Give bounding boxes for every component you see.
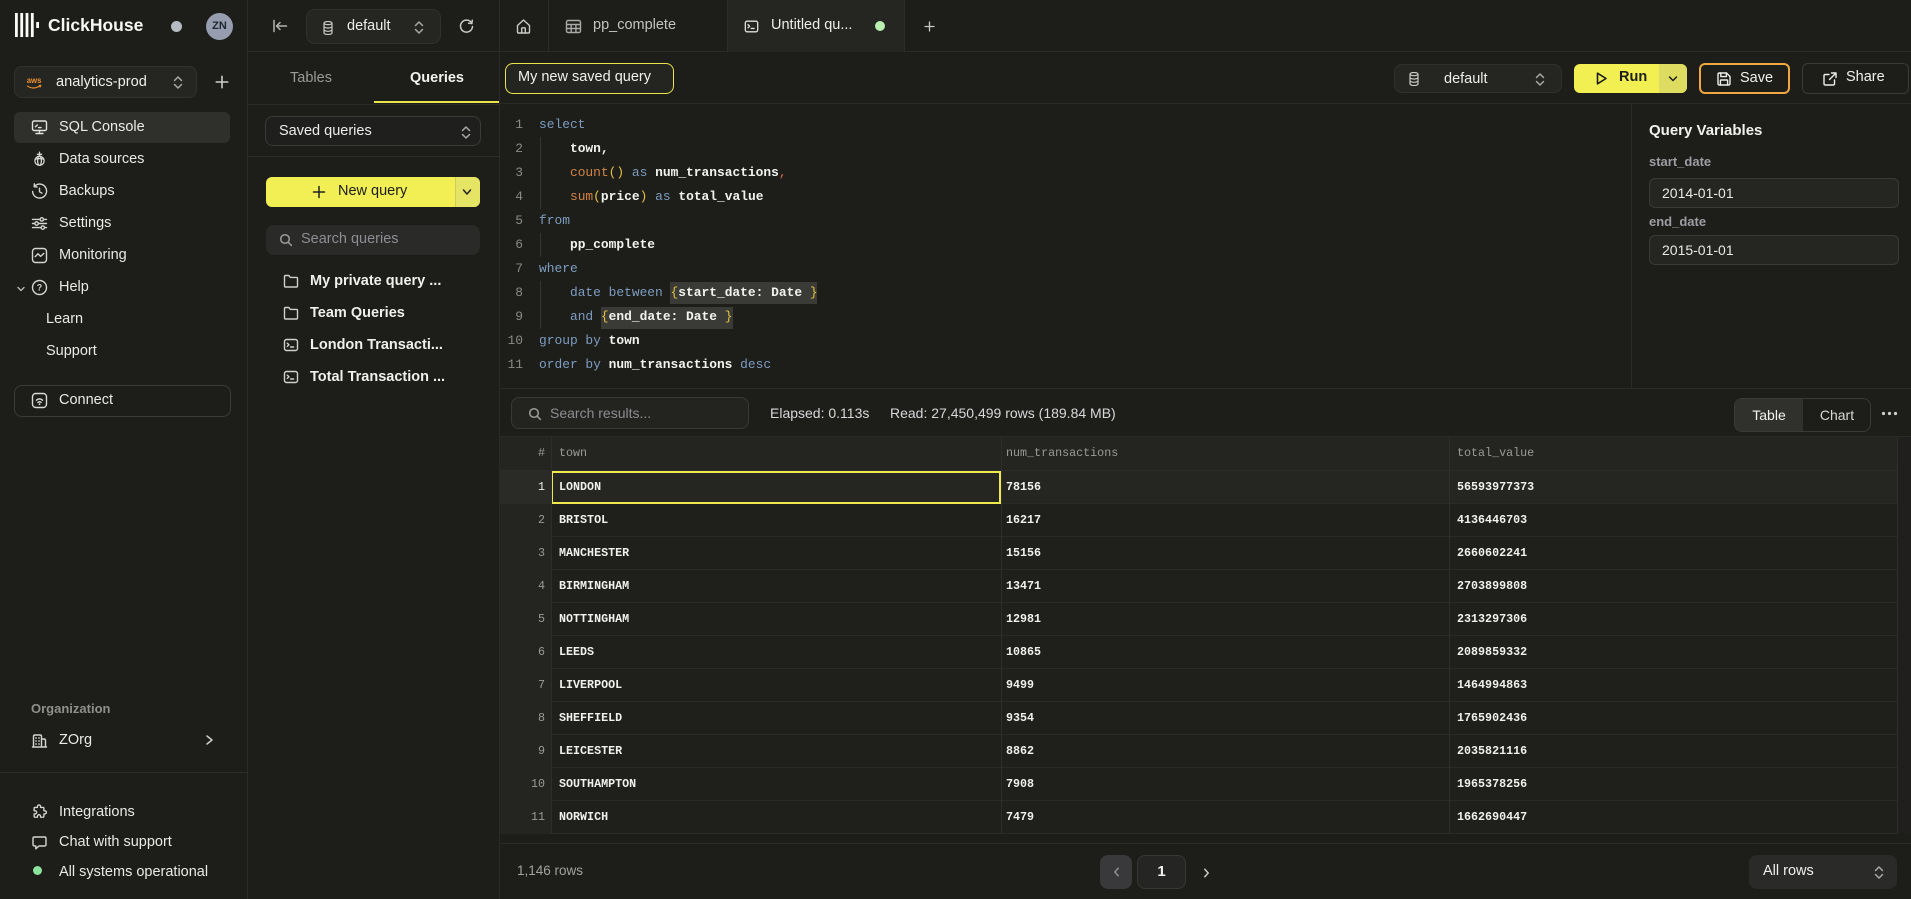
svg-text:?: ? xyxy=(37,283,43,293)
svg-text:aws: aws xyxy=(27,76,42,85)
